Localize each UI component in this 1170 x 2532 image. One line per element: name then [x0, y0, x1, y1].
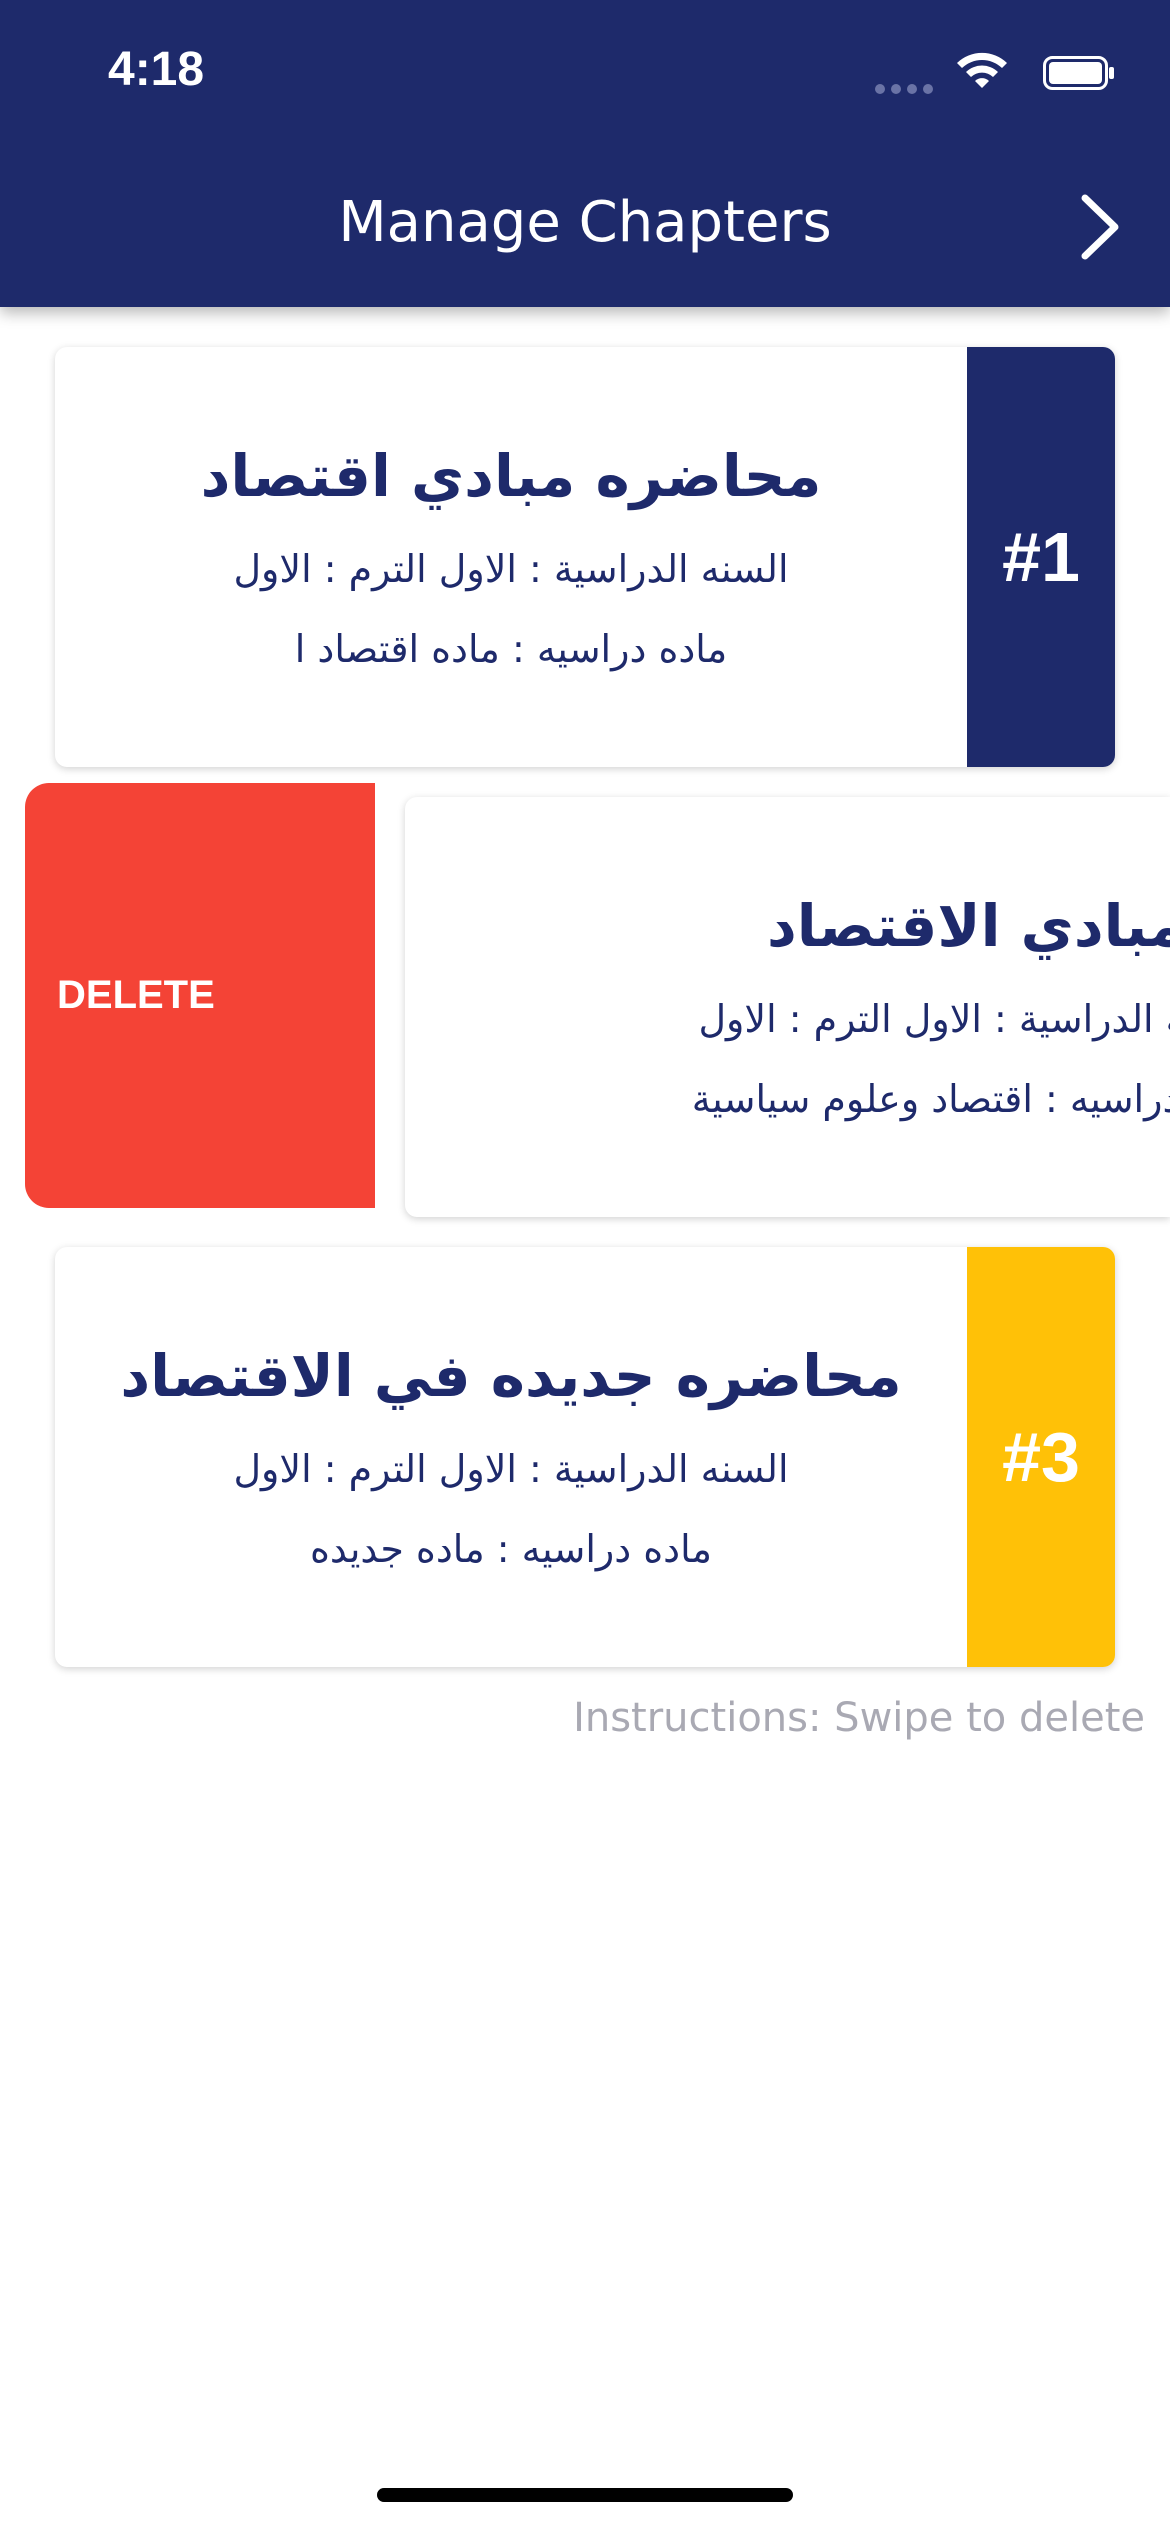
chapter-subject: ماده دراسيه : اقتصاد وعلوم سياسية — [691, 1077, 1170, 1121]
chapter-number-badge: #1 — [967, 347, 1115, 767]
page-title: Manage Chapters — [338, 190, 832, 255]
chapter-card-content: محاضره مبادي اقتصاد السنه الدراسية : الا… — [55, 347, 967, 767]
chevron-right-icon[interactable] — [1075, 192, 1125, 262]
chapter-card-content: محاضره جديده في الاقتصاد السنه الدراسية … — [55, 1247, 967, 1667]
chapter-card-content: مبادي الاقتصاد السنه الدراسية : الاول ال… — [520, 797, 1170, 1217]
cellular-signal-icon — [875, 84, 935, 96]
battery-icon — [1043, 56, 1114, 90]
chapter-card[interactable]: محاضره مبادي اقتصاد السنه الدراسية : الا… — [55, 347, 1115, 767]
status-time: 4:18 — [108, 43, 205, 96]
chapter-card-swiped[interactable]: مبادي الاقتصاد السنه الدراسية : الاول ال… — [405, 797, 1170, 1217]
chapter-title: محاضره جديده في الاقتصاد — [120, 1342, 902, 1410]
chapter-number-badge: #3 — [967, 1247, 1115, 1667]
chapter-subject: ماده دراسيه : ماده اقتصاد ا — [294, 627, 728, 671]
home-indicator[interactable] — [377, 2488, 793, 2502]
delete-button[interactable]: DELETE — [25, 783, 375, 1208]
chapter-card[interactable]: محاضره جديده في الاقتصاد السنه الدراسية … — [55, 1247, 1115, 1667]
instructions-text: Instructions: Swipe to delete — [573, 1695, 1145, 1741]
chapter-year-term: السنه الدراسية : الاول الترم : الاول — [233, 547, 789, 591]
manage-chapters-screen: 4:18 Manage Chapters محاضره مبادي اقتصاد — [0, 0, 1170, 2532]
delete-label: DELETE — [57, 973, 215, 1017]
chapter-title: محاضره مبادي اقتصاد — [200, 442, 822, 510]
wifi-icon — [957, 52, 1007, 88]
chapter-title: مبادي الاقتصاد — [767, 892, 1170, 960]
chapter-year-term: السنه الدراسية : الاول الترم : الاول — [233, 1447, 789, 1491]
chapter-subject: ماده دراسيه : ماده جديده — [309, 1527, 713, 1571]
chapter-year-term: السنه الدراسية : الاول الترم : الاول — [698, 997, 1170, 1041]
navigation-header: 4:18 Manage Chapters — [0, 0, 1170, 307]
